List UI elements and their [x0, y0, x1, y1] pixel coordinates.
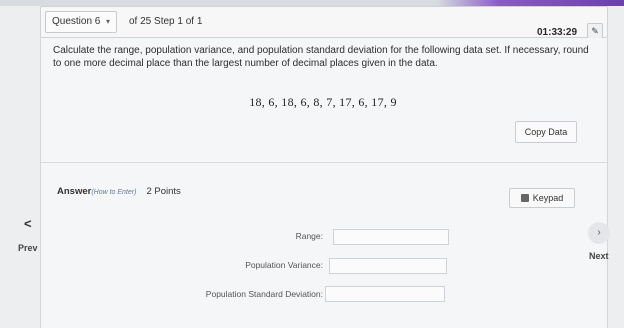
timer: 01:33:29: [537, 27, 578, 38]
question-prompt: Calculate the range, population variance…: [53, 45, 589, 69]
chevron-right-icon[interactable]: ›: [588, 222, 610, 244]
keypad-label: Keypad: [532, 193, 564, 203]
points-label: 2 Points: [146, 186, 181, 197]
how-to-enter-link[interactable]: (How to Enter): [91, 189, 136, 196]
population-variance-input[interactable]: [329, 258, 447, 274]
question-selector-label: Question 6: [52, 16, 101, 27]
range-input[interactable]: [333, 229, 449, 245]
population-std-dev-label: Population Standard Deviation:: [205, 289, 323, 299]
chevron-left-icon[interactable]: <: [24, 216, 32, 231]
population-variance-label: Population Variance:: [245, 260, 323, 270]
copy-data-button[interactable]: Copy Data: [515, 121, 577, 143]
answer-label: Answer: [57, 186, 92, 197]
next-button[interactable]: Next: [589, 251, 609, 261]
keypad-button[interactable]: Keypad: [509, 188, 575, 208]
question-selector[interactable]: Question 6 ▾: [45, 11, 117, 33]
prev-button[interactable]: Prev: [18, 243, 38, 253]
question-panel: Calculate the range, population variance…: [40, 38, 608, 328]
range-label: Range:: [295, 231, 323, 241]
answer-header: Answer(How to Enter) 2 Points: [57, 186, 181, 197]
question-header: Question 6 ▾ of 25 Step 1 of 1 01:33:29 …: [40, 6, 608, 39]
divider: [41, 162, 607, 163]
data-set: 18, 6, 18, 6, 8, 7, 17, 6, 17, 9: [249, 95, 397, 109]
pin-icon[interactable]: ✎: [587, 23, 603, 39]
chevron-down-icon: ▾: [105, 17, 110, 26]
step-text: of 25 Step 1 of 1: [129, 16, 203, 27]
population-std-dev-input[interactable]: [325, 286, 445, 302]
keypad-icon: [520, 194, 529, 202]
